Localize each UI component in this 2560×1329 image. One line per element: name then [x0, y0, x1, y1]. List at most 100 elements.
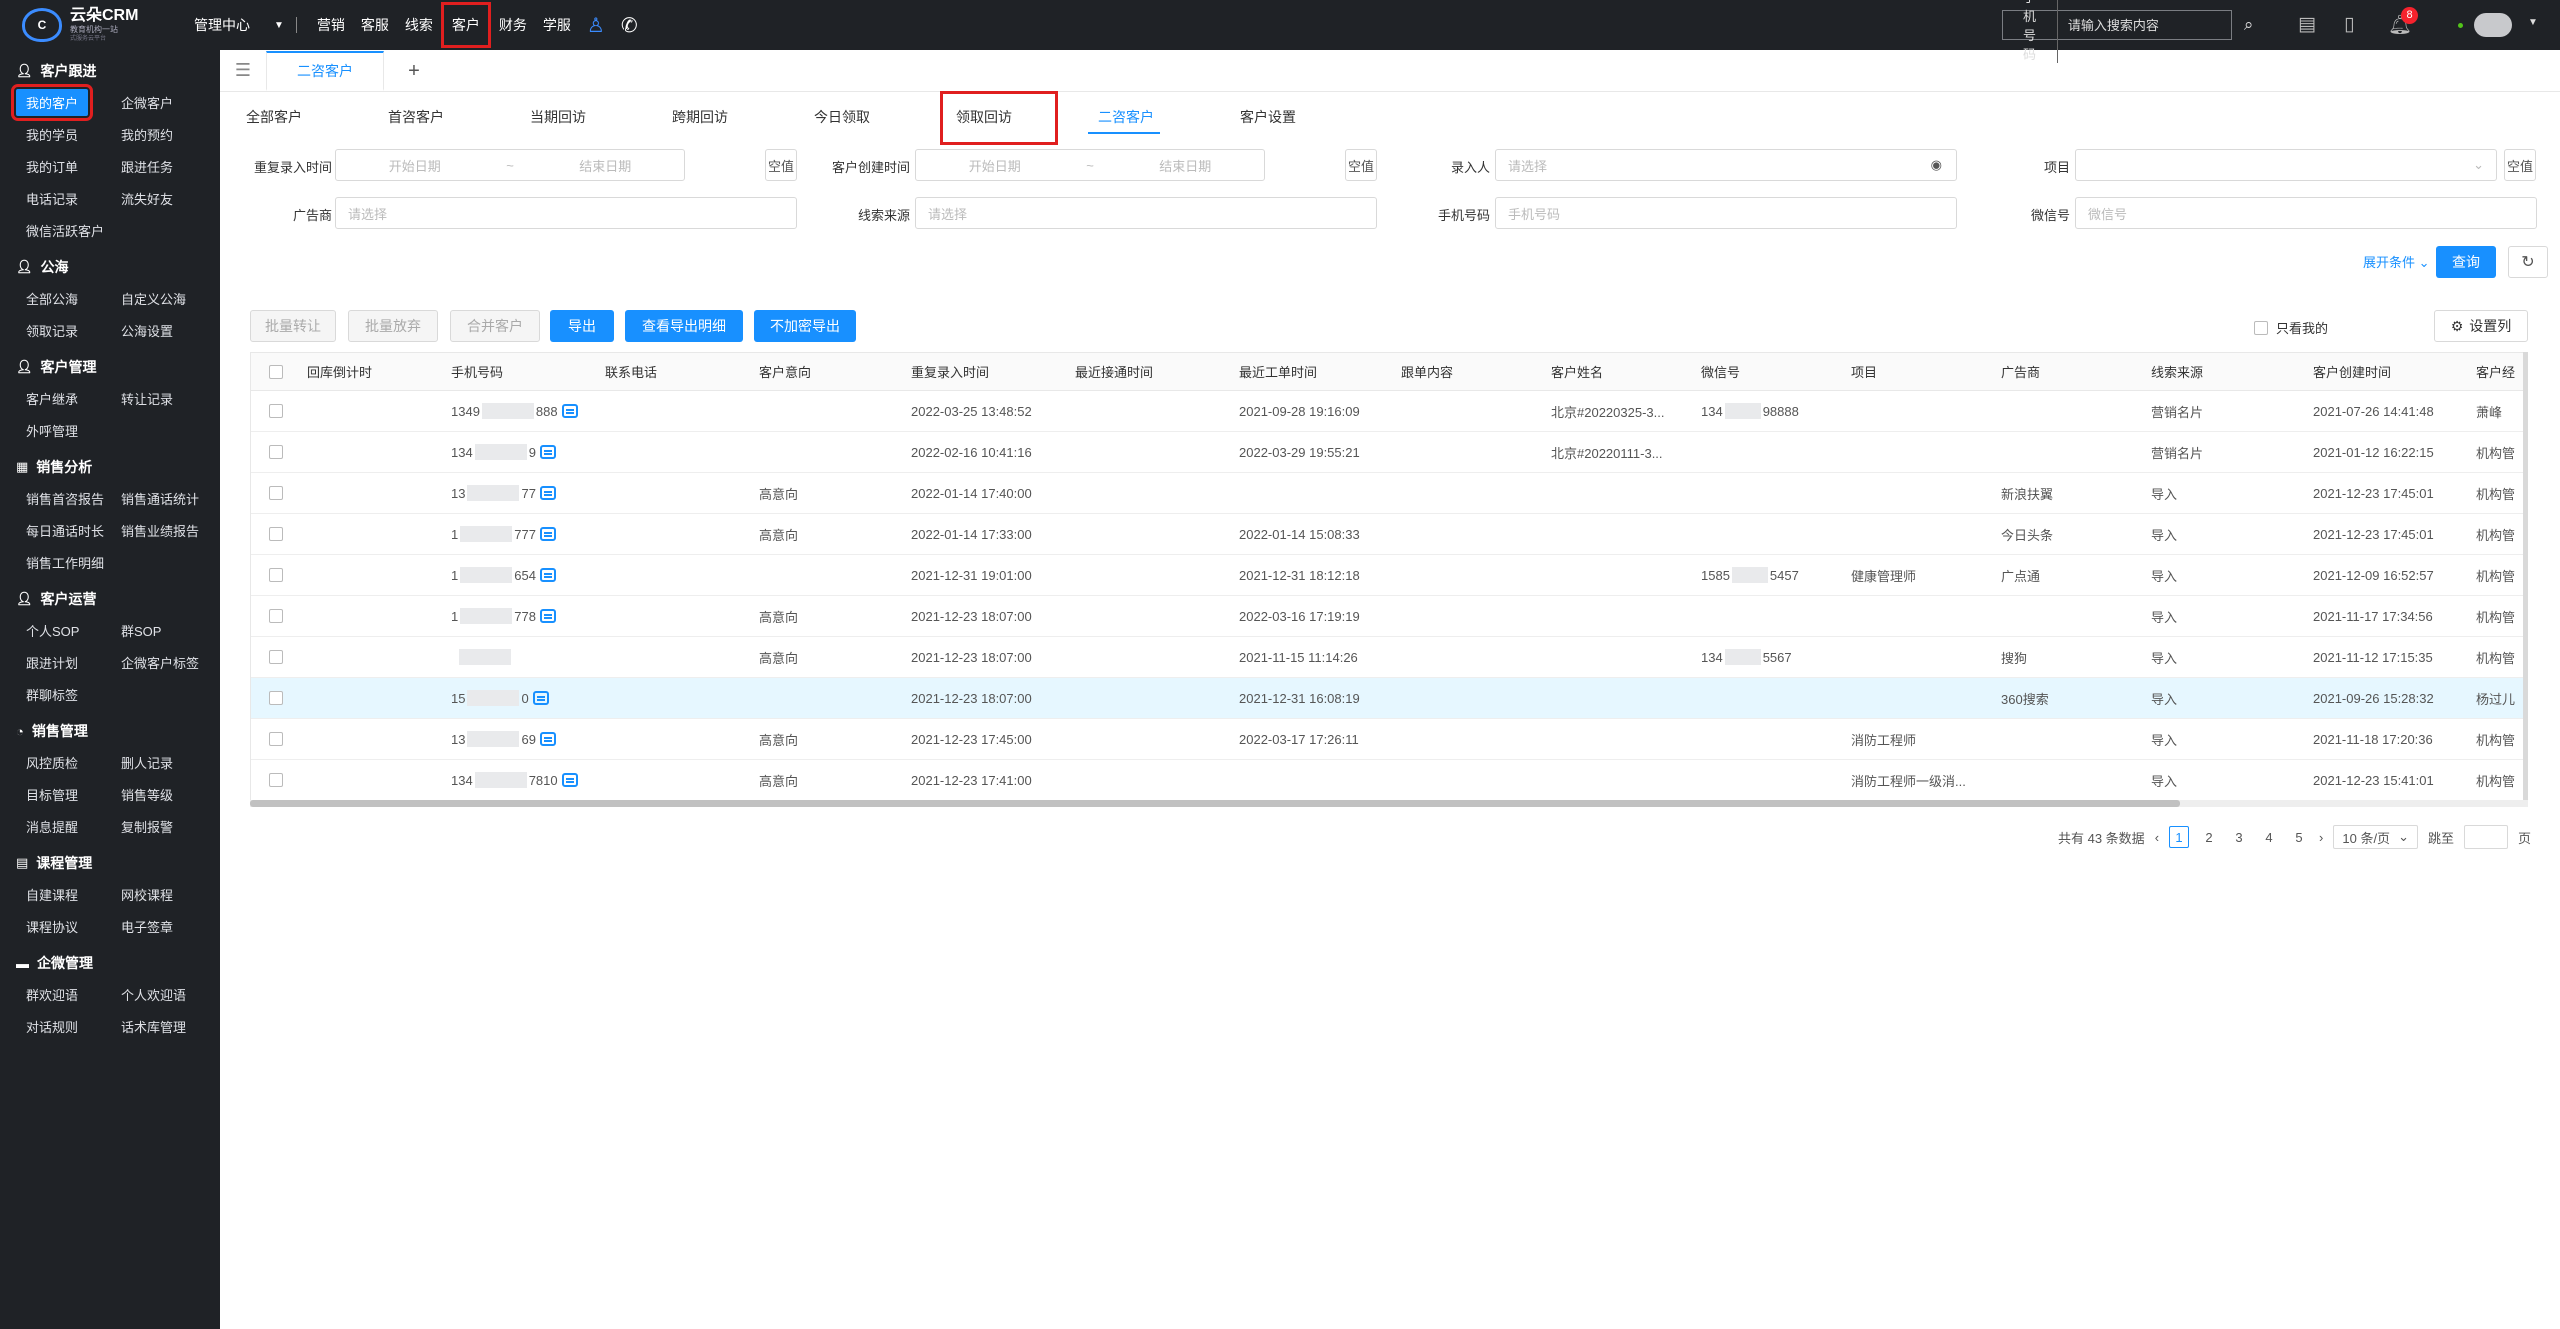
- only-mine-toggle[interactable]: 只看我的: [2254, 318, 2328, 337]
- subtab[interactable]: 客户设置: [1240, 92, 1324, 142]
- page-number[interactable]: 2: [2199, 826, 2219, 848]
- select-all-checkbox[interactable]: [269, 353, 283, 390]
- table-row[interactable]: 13 69 高意向 2021-12-23 17:45:00 2022-03-17 17:…: [251, 719, 2527, 760]
- only-mine-checkbox[interactable]: [2254, 320, 2268, 335]
- column-header[interactable]: 最近工单时间: [1239, 353, 1317, 390]
- sidebar-section-title[interactable]: ▤ 课程管理: [0, 848, 220, 878]
- sidebar-item[interactable]: 销售工作明细: [26, 546, 121, 578]
- sidebar-item[interactable]: 风控质检: [26, 746, 121, 778]
- row-checkbox[interactable]: [269, 514, 283, 554]
- column-header[interactable]: 跟单内容: [1401, 353, 1453, 390]
- sidebar-item[interactable]: 电子签章: [121, 910, 216, 942]
- top-nav-item[interactable]: 学服: [535, 2, 579, 48]
- refresh-icon[interactable]: ↻: [2508, 246, 2548, 278]
- column-header[interactable]: 回库倒计时: [307, 353, 372, 390]
- batch-abandon-button[interactable]: 批量放弃: [348, 310, 438, 342]
- chat-icon[interactable]: [532, 691, 549, 705]
- monitor-icon[interactable]: ▤: [2298, 13, 2316, 36]
- entered-by-select[interactable]: 请选择 ◉: [1495, 149, 1957, 181]
- sidebar-item[interactable]: 群欢迎语: [26, 978, 121, 1010]
- column-header[interactable]: 联系电话: [605, 353, 657, 390]
- page-number[interactable]: 3: [2229, 826, 2249, 848]
- repeat-entry-empty-button[interactable]: 空值: [765, 149, 797, 181]
- sidebar-item[interactable]: 跟进任务: [121, 150, 216, 182]
- chat-icon[interactable]: [539, 568, 556, 582]
- table-row[interactable]: 13 77 高意向 2022-01-14 17:40:00 新浪扶翼 导入 2021-12-…: [251, 473, 2527, 514]
- app-logo[interactable]: C 云朵CRM 教育机构一站 式服务云平台: [0, 0, 170, 50]
- subtab[interactable]: 全部客户: [246, 92, 330, 142]
- column-header[interactable]: 线索来源: [2151, 353, 2203, 390]
- column-header[interactable]: 客户经: [2476, 353, 2515, 390]
- table-row[interactable]: 15 0 2021-12-23 18:07:00 2021-12-31 16:08:1…: [251, 678, 2527, 719]
- view-export-detail-button[interactable]: 查看导出明细: [625, 310, 743, 342]
- advertiser-select[interactable]: 请选择: [335, 197, 797, 229]
- management-center-menu[interactable]: 管理中心 ▼: [194, 15, 284, 35]
- prev-page-icon[interactable]: ‹: [2155, 830, 2159, 845]
- table-row[interactable]: 134 9 2022-02-16 10:41:16 2022-03-29 19:55:…: [251, 432, 2527, 473]
- avatar-caret-icon[interactable]: ▼: [2528, 17, 2538, 28]
- project-empty-button[interactable]: 空值: [2504, 149, 2536, 181]
- top-nav-item[interactable]: 线索: [397, 2, 441, 48]
- column-header[interactable]: 广告商: [2001, 353, 2040, 390]
- sidebar-item[interactable]: 我的预约: [121, 118, 216, 150]
- row-checkbox[interactable]: [269, 719, 283, 759]
- chat-icon[interactable]: [539, 527, 556, 541]
- user-outline-icon[interactable]: ♙: [587, 13, 605, 38]
- page-number[interactable]: 1: [2169, 826, 2190, 848]
- sidebar-item[interactable]: 销售等级: [121, 778, 216, 810]
- sidebar-section-title[interactable]: 👤︎ 客户管理: [0, 352, 220, 382]
- table-row[interactable]: 1 777 高意向 2022-01-14 17:33:00 2022-01-14 15:…: [251, 514, 2527, 555]
- sidebar-item[interactable]: 群聊标签: [26, 678, 121, 710]
- row-checkbox[interactable]: [269, 473, 283, 513]
- export-unencrypted-button[interactable]: 不加密导出: [754, 310, 856, 342]
- sidebar-item[interactable]: 每日通话时长: [26, 514, 121, 546]
- sidebar-item[interactable]: 目标管理: [26, 778, 121, 810]
- sidebar-item[interactable]: 课程协议: [26, 910, 121, 942]
- sidebar-item[interactable]: 客户继承: [26, 382, 121, 414]
- batch-transfer-button[interactable]: 批量转让: [250, 310, 336, 342]
- chat-icon[interactable]: [539, 486, 556, 500]
- top-nav-item[interactable]: 营销: [309, 2, 353, 48]
- row-checkbox[interactable]: [269, 555, 283, 595]
- sidebar-item[interactable]: 销售通话统计: [121, 482, 216, 514]
- page-number[interactable]: 5: [2289, 826, 2309, 848]
- merge-customer-button[interactable]: 合并客户: [450, 310, 540, 342]
- column-header[interactable]: 手机号码: [451, 353, 503, 390]
- sidebar-item[interactable]: 企微客户: [121, 86, 216, 118]
- top-nav-item[interactable]: 客户: [440, 2, 491, 48]
- page-number[interactable]: 4: [2259, 826, 2279, 848]
- sidebar-item[interactable]: 企微客户标签: [121, 646, 216, 678]
- menu-collapse-icon[interactable]: ☰: [220, 49, 266, 91]
- sidebar-section-title[interactable]: ◔ 销售管理: [0, 716, 220, 746]
- chat-icon[interactable]: [561, 773, 578, 787]
- sidebar-item[interactable]: 个人欢迎语: [121, 978, 216, 1010]
- sidebar-item[interactable]: 跟进计划: [26, 646, 121, 678]
- table-row[interactable]: 1 778 高意向 2021-12-23 18:07:00 2022-03-16 17:…: [251, 596, 2527, 637]
- column-header[interactable]: 最近接通时间: [1075, 353, 1153, 390]
- next-page-icon[interactable]: ›: [2319, 830, 2323, 845]
- sidebar-item[interactable]: 领取记录: [26, 314, 121, 346]
- table-row[interactable]: 1349 888 2022-03-25 13:48:52 2021-09-28 19:…: [251, 391, 2527, 432]
- page-tab-second-consult[interactable]: 二咨客户: [266, 51, 384, 91]
- subtab[interactable]: 首咨客户: [388, 92, 472, 142]
- row-checkbox[interactable]: [269, 432, 283, 472]
- row-checkbox[interactable]: [269, 760, 283, 800]
- sidebar-item[interactable]: 流失好友: [121, 182, 216, 214]
- lead-source-select[interactable]: 请选择: [915, 197, 1377, 229]
- sidebar-item[interactable]: 消息提醒: [26, 810, 121, 842]
- row-checkbox[interactable]: [269, 391, 283, 431]
- sidebar-item[interactable]: 公海设置: [121, 314, 216, 346]
- sidebar-item[interactable]: 我的客户: [10, 83, 121, 121]
- tablet-icon[interactable]: ▯: [2344, 13, 2354, 36]
- subtab[interactable]: 当期回访: [530, 92, 614, 142]
- table-row[interactable]: 高意向 2021-12-23 18:07:00 2021-11-15 11:14:2…: [251, 637, 2527, 678]
- sidebar-item[interactable]: 我的学员: [26, 118, 121, 150]
- phone-input[interactable]: 手机号码: [1495, 197, 1957, 229]
- create-time-empty-button[interactable]: 空值: [1345, 149, 1377, 181]
- chat-icon[interactable]: [539, 445, 556, 459]
- sidebar-item[interactable]: 群SOP: [121, 614, 216, 646]
- search-icon[interactable]: ⌕: [2244, 15, 2254, 35]
- sidebar-item[interactable]: 删人记录: [121, 746, 216, 778]
- page-size-select[interactable]: 10 条/页 ⌄: [2333, 825, 2418, 849]
- sidebar-item[interactable]: 微信活跃客户: [26, 214, 121, 246]
